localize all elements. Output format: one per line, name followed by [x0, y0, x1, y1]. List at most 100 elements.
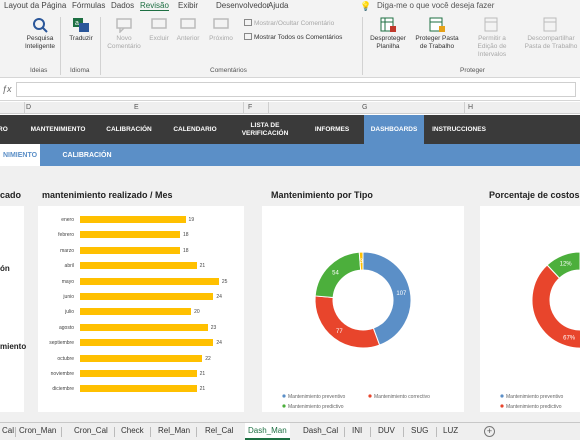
- sheet-tab-cron-cal[interactable]: Cron_Cal: [74, 423, 108, 440]
- sheet-tab-dash-cal[interactable]: Dash_Cal: [303, 423, 338, 440]
- bar-mark: [80, 246, 180, 254]
- subtab-calibracion[interactable]: CALIBRACIÓN: [52, 144, 122, 166]
- bar-value-label: 22: [205, 355, 211, 362]
- tab-page-layout[interactable]: Layout da Página: [4, 1, 66, 10]
- sheet-tab-ini[interactable]: INI: [352, 423, 362, 440]
- left-panel-label: ón: [0, 264, 10, 273]
- bar-mark: [80, 216, 186, 223]
- tab-separator: [114, 427, 115, 437]
- bar-category-label: junio: [63, 294, 74, 300]
- delete-comment-label: Excluir: [149, 35, 169, 42]
- show-hide-comment-button[interactable]: Mostrar/Ocultar Comentário: [244, 19, 334, 27]
- tab-review[interactable]: Revisão: [140, 1, 169, 11]
- bar-value-label: 21: [199, 263, 206, 270]
- sheet-tab-rel-man[interactable]: Rel_Man: [158, 423, 190, 440]
- smart-lookup-button[interactable]: Pesquisa Inteligente: [20, 17, 60, 51]
- donut-cost-title: Porcentaje de costos: [489, 190, 580, 200]
- group-separator: [60, 17, 61, 75]
- sheet-tab-cron-man[interactable]: Cron_Man: [19, 423, 56, 440]
- legend-marker: [368, 394, 372, 398]
- tab-help[interactable]: Ajuda: [268, 1, 288, 10]
- nav-item-partial[interactable]: RO: [0, 115, 16, 144]
- left-panel-label: miento: [0, 342, 27, 351]
- show-hide-comment-label: Mostrar/Ocultar Comentário: [254, 20, 335, 27]
- previous-comment-icon: [179, 17, 197, 33]
- tell-me-input[interactable]: Diga-me o que você deseja fazer: [377, 1, 494, 10]
- previous-comment-button[interactable]: Anterior: [174, 17, 202, 43]
- bar-mark: [80, 323, 208, 331]
- nav-item-instrucciones[interactable]: INSTRUCCIONES: [426, 115, 492, 144]
- nav-item-informes[interactable]: INFORMES: [302, 115, 362, 144]
- tab-separator: [15, 427, 16, 437]
- sheet-tab-check[interactable]: Check: [121, 423, 144, 440]
- dashboard-subnav: NIMIENTO CALIBRACIÓN: [0, 144, 580, 166]
- sheet-tab-duv[interactable]: DUV: [378, 423, 395, 440]
- group-label-language: Idioma: [70, 67, 90, 74]
- allow-edit-ranges-button[interactable]: Permitir a Edição de Intervalos: [468, 17, 516, 59]
- sheet-tab-bar: Cal Cron_Man Cron_Cal Check Rel_Man Rel_…: [0, 422, 580, 440]
- unshare-workbook-button[interactable]: Descompartilhar Pasta de Trabalho: [522, 17, 580, 51]
- sheet-tab-rel-cal[interactable]: Rel_Cal: [205, 423, 233, 440]
- donut-type-title: Mantenimiento por Tipo: [271, 190, 373, 200]
- ribbon: Pesquisa Inteligente a Traduzir Novo Com…: [0, 13, 580, 78]
- donut-slice-label: 107: [396, 291, 407, 297]
- legend-label: Mantenimiento preventivo: [288, 394, 345, 400]
- sheet-tab-luz[interactable]: LUZ: [443, 423, 458, 440]
- bar-category-label: febrero: [58, 232, 74, 239]
- tab-developer[interactable]: Desenvolvedor: [216, 1, 269, 10]
- bar-value-label: 24: [216, 294, 222, 300]
- group-label-ideas: Ideias: [30, 67, 48, 74]
- protect-workbook-button[interactable]: Proteger Pasta de Trabalho: [412, 17, 462, 51]
- next-comment-icon: [212, 17, 230, 33]
- bar-mark: [80, 231, 180, 239]
- bar-mark: [80, 277, 219, 285]
- column-header-e[interactable]: E: [134, 104, 139, 111]
- tab-formulas[interactable]: Fórmulas: [72, 1, 105, 10]
- nav-item-calibracion[interactable]: CALIBRACIÓN: [98, 115, 160, 144]
- sheet-tab-dash-man[interactable]: Dash_Man: [245, 423, 290, 440]
- bar-chart-title: mantenimiento realizado / Mes: [42, 190, 173, 200]
- allow-edit-ranges-label: Permitir a Edição de Intervalos: [477, 35, 507, 58]
- bar-value-label: 21: [199, 386, 206, 393]
- bar-category-label: diciembre: [52, 386, 74, 393]
- unprotect-sheet-button[interactable]: Desproteger Planilha: [366, 17, 410, 51]
- group-label-protect: Proteger: [460, 67, 485, 74]
- new-comment-button[interactable]: Novo Comentário: [104, 17, 144, 51]
- show-all-comments-button[interactable]: Mostrar Todos os Comentários: [244, 33, 342, 41]
- nav-item-lista-verificacion[interactable]: LISTA DE VERIFICACIÓN: [232, 115, 298, 144]
- tab-data[interactable]: Dados: [111, 1, 134, 10]
- tab-separator: [436, 427, 437, 437]
- column-header-f[interactable]: F: [248, 104, 252, 111]
- legend-label: Mantenimiento predictivo: [506, 404, 562, 410]
- dashboard-nav: RO MANTENIMIENTO CALIBRACIÓN CALENDARIO …: [0, 115, 580, 144]
- bar-category-label: septiembre: [49, 340, 74, 347]
- next-comment-button[interactable]: Próximo: [205, 17, 237, 43]
- fx-icon: ƒx: [2, 84, 12, 94]
- unprotect-sheet-label: Desproteger Planilha: [370, 35, 406, 50]
- show-all-comments-label: Mostrar Todos os Comentários: [254, 34, 343, 41]
- column-header-d[interactable]: D: [26, 104, 31, 111]
- protect-workbook-label: Proteger Pasta de Trabalho: [415, 35, 459, 50]
- column-header-h[interactable]: H: [468, 104, 473, 111]
- donut-slice: [314, 295, 381, 349]
- bar-value-label: 25: [221, 278, 228, 285]
- formula-bar: ƒx: [0, 79, 580, 101]
- translate-button[interactable]: a Traduzir: [64, 17, 98, 43]
- nav-item-calendario[interactable]: CALENDARIO: [164, 115, 226, 144]
- nav-item-mantenimiento[interactable]: MANTENIMIENTO: [22, 115, 94, 144]
- delete-comment-icon: [150, 17, 168, 33]
- donut-type-panel: 107 77 54 3 Mantenimiento preventivo Mantenim…: [262, 206, 464, 412]
- formula-input[interactable]: [16, 82, 576, 97]
- delete-comment-button[interactable]: Excluir: [148, 17, 170, 43]
- allow-edit-ranges-icon: [483, 17, 501, 33]
- sheet-tab-sug[interactable]: SUG: [411, 423, 428, 440]
- subtab-mantenimiento[interactable]: NIMIENTO: [0, 144, 40, 166]
- group-separator: [362, 17, 363, 75]
- bar-category-label: mayo: [61, 278, 74, 285]
- tab-separator: [403, 427, 404, 437]
- add-sheet-button[interactable]: +: [484, 426, 495, 437]
- nav-item-dashboards[interactable]: DASHBOARDS: [364, 115, 424, 144]
- sheet-tab-cal[interactable]: Cal: [2, 423, 14, 440]
- tab-view[interactable]: Exibir: [178, 1, 198, 10]
- column-header-g[interactable]: G: [362, 104, 367, 111]
